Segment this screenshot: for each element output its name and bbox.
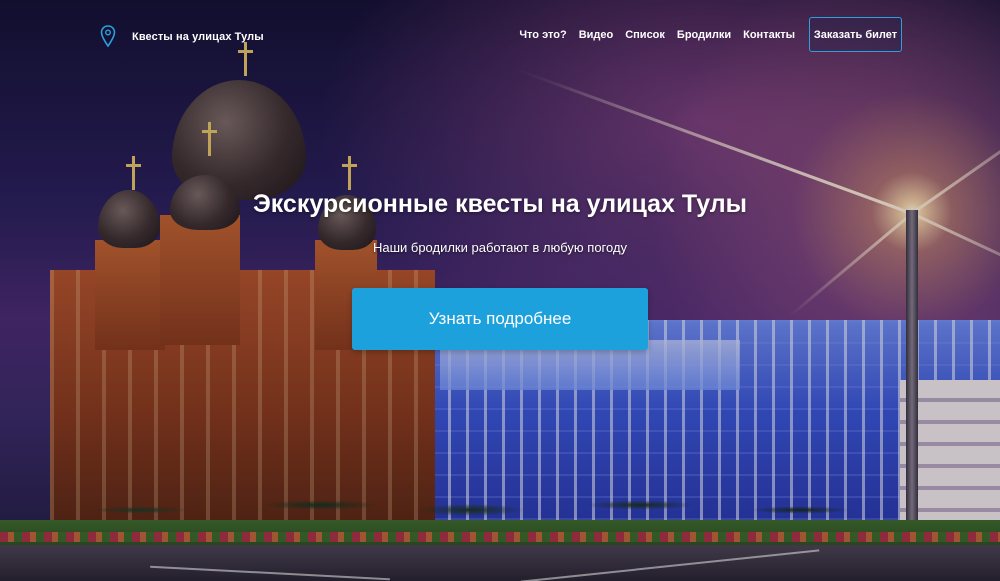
- nav-link-what-is-it[interactable]: Что это?: [519, 29, 566, 41]
- top-navbar: Квесты на улицах Тулы Что это? Видео Спи…: [0, 0, 1000, 70]
- nav-link-walks[interactable]: Бродилки: [677, 29, 731, 41]
- learn-more-button[interactable]: Узнать подробнее: [352, 288, 648, 350]
- brand-title: Квесты на улицах Тулы: [132, 31, 264, 43]
- nav-link-contacts[interactable]: Контакты: [743, 29, 795, 41]
- hero-title: Экскурсионные квесты на улицах Тулы: [252, 190, 748, 218]
- map-pin-icon: [100, 25, 116, 48]
- order-ticket-button[interactable]: Заказать билет: [809, 17, 902, 52]
- brand[interactable]: Квесты на улицах Тулы: [100, 24, 264, 50]
- hero-subtitle: Наши бродилки работают в любую погоду: [372, 240, 628, 255]
- nav-link-list[interactable]: Список: [625, 29, 665, 41]
- nav-link-video[interactable]: Видео: [579, 29, 614, 41]
- nav-menu: Что это? Видео Список Бродилки Контакты …: [519, 17, 902, 52]
